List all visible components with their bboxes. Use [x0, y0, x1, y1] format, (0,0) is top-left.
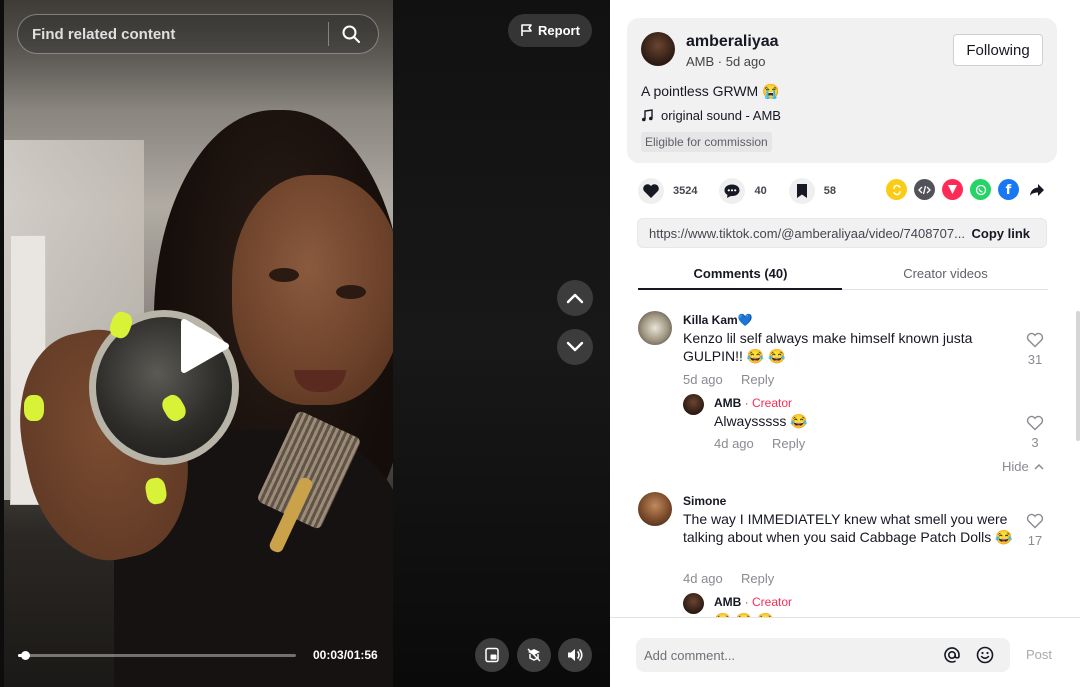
whatsapp-icon[interactable] — [970, 179, 991, 200]
hide-replies-button[interactable]: Hide — [1002, 459, 1044, 474]
send-to-friends-icon[interactable] — [942, 179, 963, 200]
comment-text: The way I IMMEDIATELY knew what smell yo… — [683, 511, 1013, 545]
post-info-card: amberaliyaa AMB · 5d ago Following A poi… — [627, 18, 1057, 163]
mini-player-button[interactable] — [475, 638, 509, 672]
comment-like-count: 17 — [1027, 533, 1043, 548]
video-player[interactable]: Report 00:03/01:56 — [0, 0, 610, 687]
reply-avatar[interactable] — [683, 394, 704, 415]
details-panel: amberaliyaa AMB · 5d ago Following A poi… — [610, 0, 1080, 687]
previous-video-button[interactable] — [557, 280, 593, 316]
share-link-box: https://www.tiktok.com/@amberaliyaa/vide… — [637, 218, 1047, 248]
search-icon — [342, 25, 360, 43]
time-display: 00:03/01:56 — [313, 648, 378, 662]
reply-author[interactable]: AMB · Creator — [714, 396, 792, 410]
comment-text: Kenzo lil self always make himself known… — [683, 330, 973, 364]
like-count: 3524 — [673, 185, 698, 197]
share-link-url[interactable]: https://www.tiktok.com/@amberaliyaa/vide… — [649, 226, 965, 241]
embed-icon[interactable] — [914, 179, 935, 200]
tab-comments[interactable]: Comments (40) — [638, 266, 843, 281]
creator-tag: · Creator — [741, 396, 793, 410]
search-bar — [17, 14, 379, 54]
mention-icon[interactable] — [943, 646, 961, 664]
chevron-down-icon — [566, 341, 584, 352]
share-arrow-icon[interactable] — [1026, 179, 1047, 200]
report-button[interactable]: Report — [508, 14, 592, 47]
search-input[interactable] — [18, 15, 328, 53]
following-button[interactable]: Following — [953, 34, 1043, 66]
comment-input[interactable] — [644, 638, 934, 672]
sound-name: original sound - AMB — [661, 108, 781, 123]
like-heart-icon[interactable] — [1025, 513, 1045, 529]
author-username[interactable]: amberaliyaa — [686, 33, 779, 51]
comment-like-count: 31 — [1027, 352, 1043, 367]
volume-icon — [568, 649, 583, 661]
repost-icon[interactable] — [886, 179, 907, 200]
mini-player-icon — [485, 647, 499, 663]
author-subline: AMB · 5d ago — [686, 54, 766, 69]
comment-time: 4d ago — [683, 571, 723, 586]
commenter-avatar[interactable] — [638, 492, 672, 526]
copy-link-button[interactable]: Copy link — [971, 226, 1030, 241]
commission-badge: Eligible for commission — [641, 132, 772, 152]
comment-list[interactable]: Killa Kam💙 Kenzo lil self always make hi… — [610, 291, 1080, 617]
play-icon[interactable] — [178, 318, 230, 374]
chevron-up-icon — [566, 293, 584, 304]
commenter-name[interactable]: Simone — [683, 494, 726, 508]
panel-tabs: Comments (40) Creator videos — [638, 256, 1048, 290]
comment-icon — [719, 178, 746, 204]
floating-player-button[interactable] — [517, 638, 551, 672]
flag-icon — [521, 24, 532, 36]
reply-button[interactable]: Reply — [741, 571, 774, 586]
save-button[interactable]: 58 — [788, 178, 836, 204]
comment-button[interactable]: 40 — [719, 178, 767, 204]
progress-bar[interactable] — [18, 651, 296, 660]
post-description: A pointless GRWM 😭 — [641, 83, 780, 99]
music-note-icon — [642, 109, 653, 122]
tab-creator-videos[interactable]: Creator videos — [843, 266, 1048, 281]
reply-text: Alwaysssss 😂 — [714, 413, 808, 429]
save-count: 58 — [823, 185, 836, 197]
active-tab-indicator — [638, 288, 842, 290]
reply-like-count: 3 — [1031, 435, 1039, 450]
action-bar: 3524 40 58 — [638, 178, 858, 204]
emoji-icon[interactable] — [976, 646, 994, 664]
volume-button[interactable] — [558, 638, 592, 672]
comment-input-wrapper — [636, 638, 1010, 672]
reply-button[interactable]: Reply — [772, 436, 805, 451]
commenter-name[interactable]: Killa Kam💙 — [683, 313, 753, 327]
like-heart-icon[interactable] — [1025, 415, 1045, 431]
facebook-icon[interactable]: f — [998, 179, 1019, 200]
comment-time: 5d ago — [683, 372, 723, 387]
comment-composer: Post — [610, 617, 1080, 687]
author-avatar[interactable] — [641, 32, 675, 66]
like-button[interactable]: 3524 — [638, 178, 697, 204]
creator-tag: · Creator — [741, 595, 793, 609]
chevron-up-icon — [1034, 463, 1044, 470]
scrollbar[interactable] — [1076, 311, 1080, 441]
bookmark-icon — [788, 178, 815, 204]
reply-avatar[interactable] — [683, 593, 704, 614]
share-options: f — [886, 179, 1047, 200]
reply-time: 4d ago — [714, 436, 754, 451]
floating-player-icon — [527, 648, 541, 662]
report-label: Report — [538, 23, 580, 38]
next-video-button[interactable] — [557, 329, 593, 365]
reply-author[interactable]: AMB · Creator — [714, 595, 792, 609]
post-button[interactable]: Post — [1026, 647, 1052, 662]
commenter-avatar[interactable] — [638, 311, 672, 345]
search-button[interactable] — [329, 15, 373, 53]
reply-button[interactable]: Reply — [741, 372, 774, 387]
heart-icon — [638, 178, 664, 204]
comment-count: 40 — [754, 185, 767, 197]
sound-link[interactable]: original sound - AMB — [641, 108, 781, 123]
like-heart-icon[interactable] — [1025, 332, 1045, 348]
